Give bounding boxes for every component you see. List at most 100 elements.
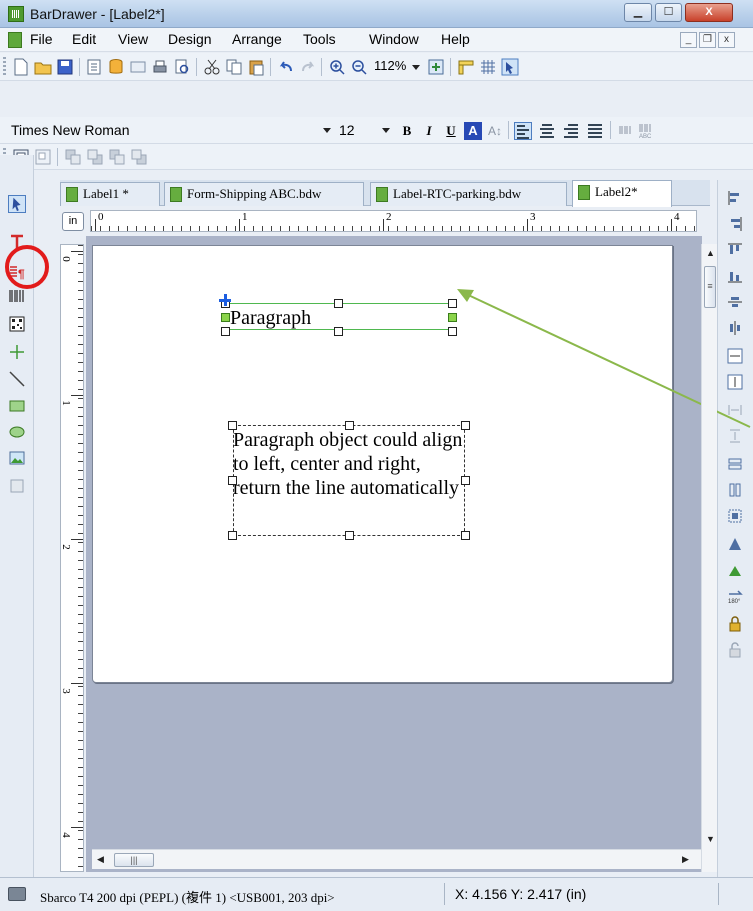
resize-handle[interactable] <box>228 531 237 540</box>
zoom-in-icon[interactable] <box>328 58 346 76</box>
tab-form-shipping[interactable]: Form-Shipping ABC.bdw <box>164 182 364 206</box>
grid-icon[interactable] <box>479 58 497 76</box>
page-setup-icon[interactable] <box>85 58 103 76</box>
paragraph-object-1[interactable]: Paragraph <box>230 307 311 330</box>
align-right-button[interactable] <box>562 122 580 140</box>
label-stock-icon[interactable] <box>129 58 147 76</box>
new-file-icon[interactable] <box>12 58 30 76</box>
resize-handle[interactable] <box>221 327 230 336</box>
zoom-dropdown-arrow[interactable] <box>412 65 420 70</box>
tab-label1[interactable]: Label1 * <box>60 182 160 206</box>
menu-arrange[interactable]: Arrange <box>232 31 282 47</box>
redo-icon[interactable] <box>299 58 317 76</box>
vertical-scroll-thumb[interactable]: ≡ <box>704 266 716 308</box>
align-top-edges-icon[interactable] <box>727 242 743 258</box>
resize-handle-left-middle[interactable] <box>221 313 230 322</box>
menu-window[interactable]: Window <box>369 31 419 47</box>
same-width-icon[interactable] <box>727 456 743 472</box>
font-size-dropdown-arrow[interactable] <box>382 128 390 133</box>
print-preview-icon[interactable] <box>173 58 191 76</box>
font-size-select[interactable]: 12 <box>339 120 387 141</box>
pointer-tool-icon[interactable] <box>8 195 26 213</box>
tab-label2[interactable]: Label2* <box>572 180 672 207</box>
crosshair-tool-icon[interactable] <box>8 343 26 361</box>
send-back-icon[interactable] <box>86 148 104 166</box>
database-icon[interactable] <box>107 58 125 76</box>
scroll-up-arrow[interactable]: ▲ <box>706 248 715 258</box>
menu-file[interactable]: File <box>30 31 53 47</box>
ungroup-icon[interactable] <box>34 148 52 166</box>
resize-handle[interactable] <box>461 476 470 485</box>
font-color-button[interactable]: A <box>464 122 482 140</box>
line-tool-icon[interactable] <box>8 370 26 388</box>
print-icon[interactable] <box>151 58 169 76</box>
ruler-icon[interactable] <box>457 58 475 76</box>
document-icon[interactable] <box>8 32 22 48</box>
barcode-text-icon[interactable] <box>617 121 635 139</box>
vertical-scrollbar[interactable]: ▲ ≡ ▼ <box>701 244 717 872</box>
paste-icon[interactable] <box>247 58 265 76</box>
align-left-edges-icon[interactable] <box>727 190 743 206</box>
send-backward-icon[interactable] <box>130 148 148 166</box>
zoom-fit-icon[interactable] <box>427 58 445 76</box>
menu-design[interactable]: Design <box>168 31 212 47</box>
rotate-mirror-icon[interactable] <box>727 562 743 578</box>
horizontal-scroll-thumb[interactable]: ||| <box>114 853 154 867</box>
scroll-left-arrow[interactable]: ◀ <box>97 854 104 865</box>
mdi-close-button[interactable]: x <box>718 32 735 48</box>
scroll-down-arrow[interactable]: ▼ <box>706 834 715 844</box>
resize-handle[interactable] <box>345 531 354 540</box>
ellipse-tool-icon[interactable] <box>8 423 26 441</box>
copy-icon[interactable] <box>225 58 243 76</box>
rotate-180-icon[interactable]: 180° <box>727 588 743 604</box>
mdi-restore-button[interactable]: ❐ <box>699 32 716 48</box>
toolbar-grip[interactable] <box>3 57 6 77</box>
resize-handle[interactable] <box>334 327 343 336</box>
ruler-unit-button[interactable]: in <box>62 212 84 231</box>
lock-icon[interactable] <box>727 616 743 632</box>
open-folder-icon[interactable] <box>34 58 52 76</box>
resize-handle[interactable] <box>334 299 343 308</box>
align-center-button[interactable] <box>538 122 556 140</box>
resize-handle[interactable] <box>228 476 237 485</box>
bring-forward-icon[interactable] <box>108 148 126 166</box>
qr-code-tool-icon[interactable] <box>8 315 26 333</box>
ole-object-tool-icon[interactable] <box>8 477 26 495</box>
resize-handle[interactable] <box>228 421 237 430</box>
save-icon[interactable] <box>56 58 74 76</box>
zoom-out-icon[interactable] <box>350 58 368 76</box>
menu-tools[interactable]: Tools <box>303 31 336 47</box>
paragraph-object-2[interactable]: Paragraph object could align to left, ce… <box>233 428 473 500</box>
minimize-button[interactable]: ▁ <box>624 3 652 22</box>
zoom-level[interactable]: 112% <box>374 58 406 73</box>
scroll-right-arrow[interactable]: ▶ <box>682 854 689 865</box>
undo-icon[interactable] <box>277 58 295 76</box>
same-size-icon[interactable] <box>727 508 743 524</box>
align-left-button[interactable] <box>514 122 532 140</box>
font-family-select[interactable]: Times New Roman <box>8 120 298 141</box>
barcode-tool-icon[interactable] <box>8 287 26 305</box>
rotate-90-icon[interactable] <box>727 536 743 552</box>
bold-button[interactable]: B <box>398 122 416 140</box>
select-mode-icon[interactable] <box>501 58 519 76</box>
font-dropdown-arrow[interactable] <box>323 128 331 133</box>
menu-view[interactable]: View <box>118 31 148 47</box>
barcode-abc-icon[interactable]: ABC <box>637 121 655 139</box>
menu-edit[interactable]: Edit <box>72 31 96 47</box>
resize-handle[interactable] <box>345 421 354 430</box>
same-height-icon[interactable] <box>727 482 743 498</box>
image-tool-icon[interactable] <box>8 449 26 467</box>
cut-icon[interactable] <box>203 58 221 76</box>
anchor-point-icon[interactable] <box>219 294 231 306</box>
align-right-edges-icon[interactable] <box>727 216 743 232</box>
maximize-button[interactable]: ☐ <box>655 3 682 22</box>
mdi-minimize-button[interactable]: _ <box>680 32 697 48</box>
resize-handle[interactable] <box>461 531 470 540</box>
close-button[interactable]: X <box>685 3 733 22</box>
bring-front-icon[interactable] <box>64 148 82 166</box>
align-justify-button[interactable] <box>586 122 604 140</box>
underline-button[interactable]: U <box>442 122 460 140</box>
italic-button[interactable]: I <box>420 122 438 140</box>
text-fit-button[interactable]: A↕ <box>486 122 504 140</box>
rectangle-tool-icon[interactable] <box>8 397 26 415</box>
